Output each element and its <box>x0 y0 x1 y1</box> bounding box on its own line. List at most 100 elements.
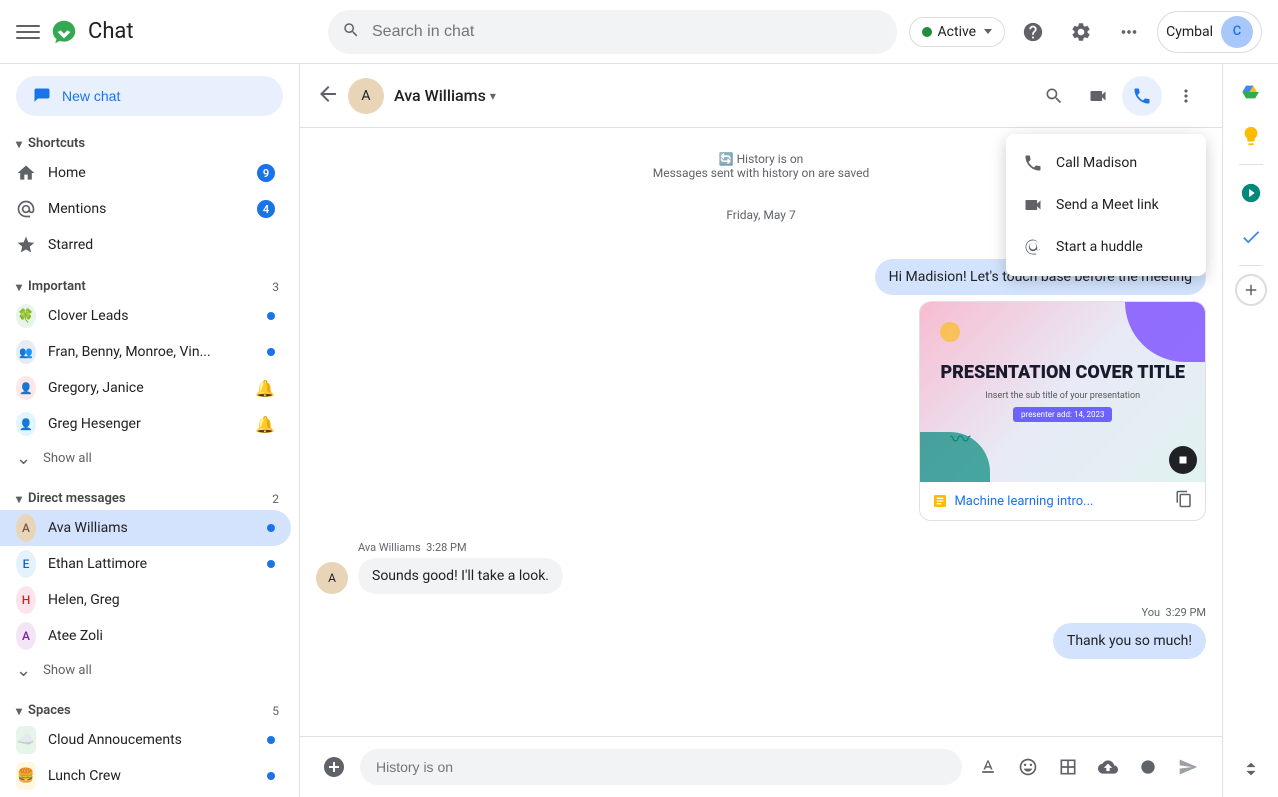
message-row-2: A Ava Williams 3:28 PM Sounds good! I'll… <box>316 541 1206 594</box>
send-meet-label: Send a Meet link <box>1056 197 1159 213</box>
help-icon[interactable] <box>1013 12 1053 52</box>
lunch-dot <box>267 772 275 780</box>
menu-icon[interactable] <box>16 20 40 44</box>
sidebar-item-cloud-announcements[interactable]: ☁️ Cloud Annoucements <box>0 722 291 758</box>
send-button[interactable] <box>1170 749 1206 785</box>
dm-header[interactable]: ▾ Direct messages 2 <box>0 483 299 510</box>
msg-2-content: Ava Williams 3:28 PM Sounds good! I'll t… <box>358 541 563 594</box>
right-drive-icon[interactable] <box>1231 72 1271 112</box>
layout-button[interactable] <box>1050 749 1086 785</box>
avatar: C <box>1221 16 1253 48</box>
sidebar-item-ethan-lattimore[interactable]: E Ethan Lattimore <box>0 546 291 582</box>
upload-button[interactable] <box>1090 749 1126 785</box>
helen-label: Helen, Greg <box>48 592 275 608</box>
sidebar-item-clover-leads[interactable]: 🍀 Clover Leads <box>0 298 291 334</box>
sidebar-item-lunch-crew[interactable]: 🍔 Lunch Crew <box>0 758 291 794</box>
more-button[interactable] <box>1166 76 1206 116</box>
user-name: Cymbal <box>1166 24 1213 40</box>
attachment-preview: 〰 PRESENTATION COVER TITLE Insert the su… <box>920 302 1205 482</box>
record-button[interactable] <box>1130 749 1166 785</box>
emoji-button[interactable] <box>1010 749 1046 785</box>
sidebar-item-ava-williams[interactable]: A Ava Williams <box>0 510 291 546</box>
chat-header-actions <box>1034 76 1206 116</box>
right-meet-icon[interactable] <box>1231 173 1271 213</box>
attachment-filename: Machine learning intro... <box>932 493 1093 509</box>
sidebar: New chat ▾ Shortcuts Home 9 Mentions 4 <box>0 64 300 797</box>
gregory-janice-label: Gregory, Janice <box>48 380 243 396</box>
mentions-label: Mentions <box>48 201 245 217</box>
attachment-name: Machine learning intro... <box>954 494 1093 509</box>
copy-icon[interactable] <box>1175 490 1193 512</box>
presentation-title: PRESENTATION COVER TITLE <box>940 362 1185 384</box>
add-button[interactable] <box>316 749 352 785</box>
status-chevron-icon <box>984 29 992 34</box>
greg-hesenger-icon: 👤 <box>16 414 36 434</box>
clover-leads-label: Clover Leads <box>48 308 255 324</box>
chat-contact-avatar: A <box>348 78 384 114</box>
important-show-all[interactable]: ⌄ Show all <box>0 442 299 475</box>
search-bar <box>328 10 897 54</box>
sidebar-item-mentions[interactable]: Mentions 4 <box>0 191 291 227</box>
search-chat-button[interactable] <box>1034 76 1074 116</box>
input-actions <box>970 749 1206 785</box>
msg-2-meta: Ava Williams 3:28 PM <box>358 541 563 554</box>
start-huddle-item[interactable]: Start a huddle <box>1006 226 1206 268</box>
mentions-badge: 4 <box>257 200 275 218</box>
presentation-content: PRESENTATION COVER TITLE Insert the sub … <box>920 342 1205 443</box>
dm-count: 2 <box>272 492 283 506</box>
spaces-section-title: ▾ Spaces <box>16 703 71 718</box>
shortcuts-header[interactable]: ▾ Shortcuts <box>0 128 299 155</box>
chat-header: A Ava Williams ▾ <box>300 64 1222 128</box>
call-madison-item[interactable]: Call Madison <box>1006 142 1206 184</box>
stop-icon[interactable] <box>1169 446 1197 474</box>
right-tasks-icon[interactable] <box>1231 217 1271 257</box>
settings-icon[interactable] <box>1061 12 1101 52</box>
right-expand-icon[interactable] <box>1231 749 1271 789</box>
contact-chevron-icon[interactable]: ▾ <box>490 89 496 103</box>
gregory-janice-icon: 👤 <box>16 378 36 398</box>
video-button[interactable] <box>1078 76 1118 116</box>
blob-yellow <box>940 322 960 342</box>
sidebar-item-gregory-janice[interactable]: 👤 Gregory, Janice 🔔 <box>0 370 291 406</box>
right-divider <box>1239 164 1263 165</box>
fran-group-icon: 👥 <box>16 342 36 362</box>
user-menu-button[interactable]: Cymbal C <box>1157 11 1262 53</box>
ava-avatar: A <box>16 518 36 538</box>
status-button[interactable]: Active <box>909 17 1006 47</box>
call-dropdown: Call Madison Send a Meet link Start a hu… <box>1006 134 1206 276</box>
start-huddle-label: Start a huddle <box>1056 239 1143 255</box>
send-meet-link-item[interactable]: Send a Meet link <box>1006 184 1206 226</box>
back-button[interactable] <box>316 82 340 110</box>
important-header[interactable]: ▾ Important 3 <box>0 271 299 298</box>
right-divider-2 <box>1239 265 1263 266</box>
right-sidebar <box>1222 64 1278 797</box>
lunch-icon: 🍔 <box>16 766 36 786</box>
home-icon <box>16 163 36 183</box>
topbar-left: Chat <box>16 16 316 48</box>
search-input[interactable] <box>328 10 897 54</box>
right-add-button[interactable] <box>1235 274 1267 306</box>
sidebar-item-greg-hesenger[interactable]: 👤 Greg Hesenger 🔔 <box>0 406 291 442</box>
apps-icon[interactable] <box>1109 12 1149 52</box>
sidebar-item-home[interactable]: Home 9 <box>0 155 291 191</box>
phone-button[interactable] <box>1122 76 1162 116</box>
message-input[interactable] <box>360 749 962 785</box>
message-row-3: You 3:29 PM Thank you so much! <box>316 606 1206 659</box>
sidebar-item-fran-group[interactable]: 👥 Fran, Benny, Monroe, Vin... <box>0 334 291 370</box>
ethan-dot <box>267 560 275 568</box>
greg-hesenger-label: Greg Hesenger <box>48 416 243 432</box>
status-label: Active <box>938 24 977 40</box>
clover-leads-dot <box>267 312 275 320</box>
new-chat-button[interactable]: New chat <box>16 76 283 116</box>
right-keep-icon[interactable] <box>1231 116 1271 156</box>
format-text-button[interactable] <box>970 749 1006 785</box>
sidebar-item-atee-zoli[interactable]: A Atee Zoli <box>0 618 291 654</box>
sidebar-item-starred[interactable]: Starred <box>0 227 291 263</box>
ava-label: Ava Williams <box>48 520 255 536</box>
call-madison-label: Call Madison <box>1056 155 1137 171</box>
sidebar-item-helen-greg[interactable]: H Helen, Greg <box>0 582 291 618</box>
spaces-header[interactable]: ▾ Spaces 5 <box>0 695 299 722</box>
dm-show-all[interactable]: ⌄ Show all <box>0 654 299 687</box>
status-dot <box>922 27 932 37</box>
cloud-label: Cloud Annoucements <box>48 732 255 748</box>
